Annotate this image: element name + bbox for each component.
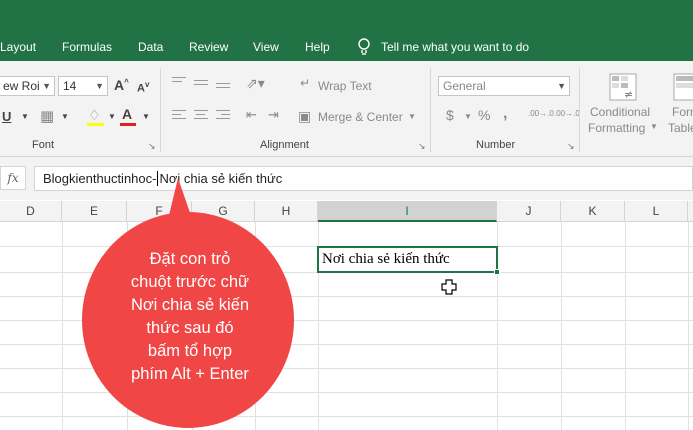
tell-me-box[interactable]: Tell me what you want to do	[357, 38, 529, 56]
group-label-alignment: Alignment	[260, 139, 309, 151]
group-divider	[430, 68, 431, 152]
column-header-h[interactable]: H	[255, 201, 318, 222]
wrap-text-icon: ↵	[300, 76, 311, 90]
callout-line: thức sau đó	[146, 319, 234, 337]
font-name-value: ew Roi	[3, 79, 40, 93]
group-label-font: Font	[32, 139, 55, 151]
formula-text-before: Blogkienthuctinhoc-	[43, 171, 157, 186]
font-size-select[interactable]: 14 ▼	[58, 76, 108, 96]
number-format-value: General	[443, 79, 486, 93]
tab-view[interactable]: View	[253, 40, 279, 54]
callout-line: Đặt con trỏ	[149, 250, 231, 268]
group-divider	[579, 68, 580, 152]
decrease-decimal-button[interactable]: .00→.0	[554, 109, 580, 118]
chevron-down-icon: ▼	[42, 81, 51, 91]
callout-line: Nơi chia sẻ kiến	[130, 296, 250, 314]
font-color-swatch	[120, 123, 136, 126]
align-bottom-icon[interactable]	[216, 83, 230, 91]
svg-text:≠: ≠	[624, 88, 633, 101]
font-size-value: 14	[63, 79, 77, 93]
align-left-icon[interactable]	[172, 110, 186, 122]
tab-page-layout[interactable]: Layout	[0, 40, 36, 54]
column-header-l[interactable]: L	[625, 201, 688, 222]
increase-indent-icon[interactable]: ⇥	[268, 107, 279, 123]
chevron-down-icon[interactable]: ▼	[408, 112, 416, 121]
increase-decimal-button[interactable]: .00→.0	[528, 109, 554, 118]
dialog-launcher-icon[interactable]: ↘	[148, 141, 156, 152]
callout-text: Đặt con trỏ chuột trước chữ Nơi chia sẻ …	[95, 248, 285, 386]
column-header-k[interactable]: K	[561, 201, 625, 222]
chevron-down-icon[interactable]: ▼	[142, 112, 150, 121]
formula-text-after: Nơi chia sẻ kiến thức	[159, 171, 283, 186]
chevron-down-icon[interactable]: ▼	[650, 122, 658, 131]
format-as-table-label-2[interactable]: Table	[668, 121, 693, 135]
formula-bar: fx Blogkienthuctinhoc- Nơi chia sẻ kiến t…	[0, 157, 693, 200]
group-label-number: Number	[476, 139, 516, 151]
fill-color-swatch	[87, 123, 104, 126]
chevron-down-icon[interactable]: ▼	[108, 112, 116, 121]
conditional-formatting-label-1[interactable]: Conditional	[590, 105, 650, 119]
ribbon-tab-bar: Layout Formulas Data Review View Help Te…	[0, 0, 693, 61]
format-as-table-label-1[interactable]: Forma	[672, 105, 693, 119]
fill-color-icon[interactable]: ♢	[88, 107, 101, 124]
chevron-down-icon: ▼	[95, 81, 104, 91]
column-header-i[interactable]: I	[318, 201, 497, 222]
borders-icon[interactable]: ▦	[40, 107, 54, 125]
wrap-text-button[interactable]: Wrap Text	[318, 79, 372, 93]
increase-font-icon[interactable]: A^	[114, 77, 129, 93]
callout-line: chuột trước chữ	[130, 273, 250, 291]
column-header-f[interactable]: F	[127, 201, 192, 222]
font-color-icon[interactable]: A	[122, 106, 132, 122]
plus-cursor-icon	[441, 279, 457, 295]
conditional-formatting-icon[interactable]: ≠	[608, 72, 638, 102]
column-header-e[interactable]: E	[62, 201, 127, 222]
font-name-select[interactable]: ew Roi ▼	[0, 76, 55, 96]
chevron-down-icon: ▼	[557, 81, 566, 91]
percent-button[interactable]: %	[478, 107, 490, 123]
underline-icon[interactable]: U	[2, 109, 11, 124]
format-as-table-icon[interactable]	[672, 72, 693, 102]
column-header-j[interactable]: J	[497, 201, 561, 222]
chevron-down-icon[interactable]: ▼	[464, 112, 472, 121]
orientation-icon[interactable]: ⇗▾	[246, 75, 265, 92]
align-right-icon[interactable]	[216, 110, 230, 122]
align-middle-icon[interactable]	[194, 80, 208, 88]
column-headers: D E F G H I J K L	[0, 201, 693, 222]
align-center-icon[interactable]	[194, 110, 208, 122]
column-header-g[interactable]: G	[192, 201, 255, 222]
number-format-select[interactable]: General ▼	[438, 76, 570, 96]
formula-input[interactable]: Blogkienthuctinhoc- Nơi chia sẻ kiến thức	[34, 166, 693, 191]
group-divider	[160, 68, 161, 152]
currency-button[interactable]: $	[446, 107, 454, 123]
dialog-launcher-icon[interactable]: ↘	[418, 141, 426, 152]
chevron-down-icon[interactable]: ▼	[61, 112, 69, 121]
lightbulb-icon	[358, 38, 370, 55]
insert-function-button[interactable]: fx	[0, 166, 26, 190]
callout-line: phím Alt + Enter	[131, 365, 249, 383]
dialog-launcher-icon[interactable]: ↘	[567, 141, 575, 152]
tab-help[interactable]: Help	[305, 40, 330, 54]
comma-style-button[interactable]: ,	[503, 105, 507, 123]
callout-line: bấm tổ hợp	[147, 342, 233, 360]
merge-center-icon: ▣	[298, 108, 312, 124]
column-header-d[interactable]: D	[0, 201, 62, 222]
tab-formulas[interactable]: Formulas	[62, 40, 112, 54]
fill-handle[interactable]	[494, 269, 500, 275]
tab-review[interactable]: Review	[189, 40, 228, 54]
merge-center-button[interactable]: Merge & Center	[318, 110, 403, 124]
decrease-font-icon[interactable]: Av	[137, 80, 149, 95]
active-cell-i[interactable]: Nơi chia sẻ kiến thức	[317, 246, 498, 273]
tell-me-text: Tell me what you want to do	[381, 40, 530, 54]
tab-data[interactable]: Data	[138, 40, 163, 54]
chevron-down-icon[interactable]: ▼	[21, 112, 29, 121]
align-top-icon[interactable]	[172, 77, 186, 85]
conditional-formatting-label-2[interactable]: Formatting	[588, 121, 645, 135]
decrease-indent-icon[interactable]: ⇤	[246, 107, 257, 123]
